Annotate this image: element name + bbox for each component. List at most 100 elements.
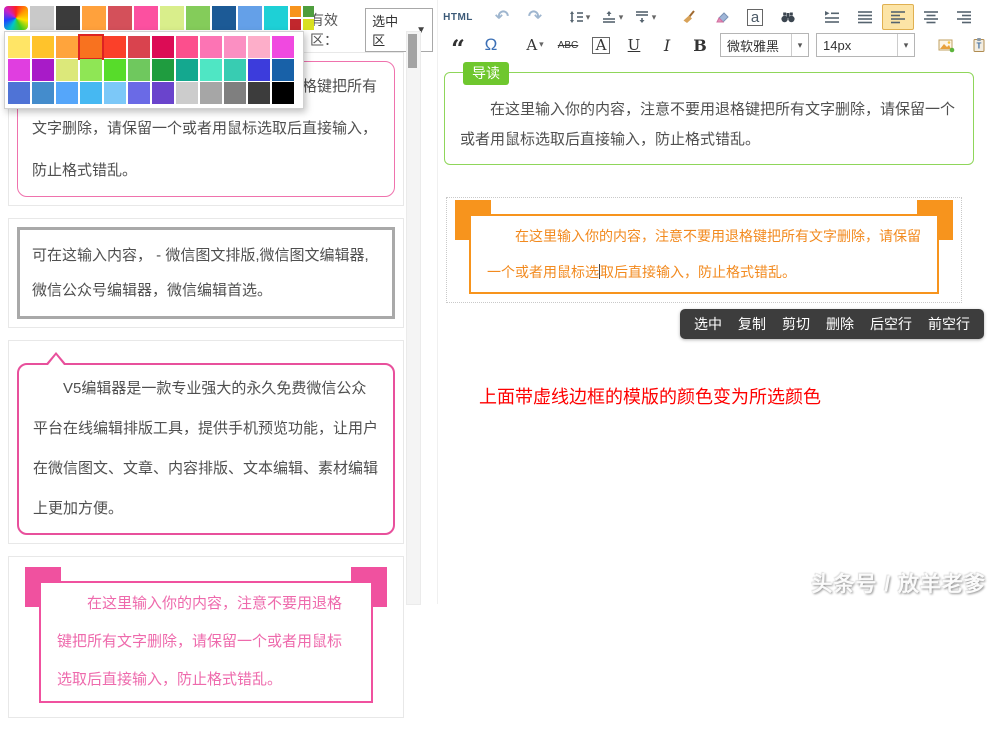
palette-swatch[interactable] (32, 36, 54, 58)
orange-ribbon-template[interactable]: 在这里输入你的内容，注意不要用退格键把所有文字删除，请保留一个或者用鼠标选取后直… (447, 198, 961, 300)
left-scrollbar-thumb[interactable] (408, 34, 417, 68)
palette-swatch[interactable] (32, 82, 54, 104)
font-family-select[interactable]: 微软雅黑 ▾ (720, 33, 809, 57)
palette-swatch[interactable] (128, 82, 150, 104)
intro-template[interactable]: 导读 在这里输入你的内容，注意不要用退格键把所有文字删除，请保留一个或者用鼠标选… (444, 72, 974, 165)
align-right-button[interactable] (948, 4, 980, 30)
selected-template-region[interactable]: 在这里输入你的内容，注意不要用退格键把所有文字删除，请保留一个或者用鼠标选取后直… (446, 197, 962, 303)
context-menu-item[interactable]: 删除 (826, 314, 854, 334)
colorbar-swatch[interactable] (238, 6, 262, 30)
special-char-button[interactable]: Ω (475, 32, 507, 58)
html-source-button[interactable]: HTML (442, 4, 474, 30)
palette-swatch[interactable] (8, 36, 30, 58)
space-before-button[interactable]: ▾ (596, 4, 628, 30)
color-grid-icon[interactable] (290, 6, 314, 30)
rainbow-wheel-icon[interactable] (4, 6, 28, 30)
align-center-button[interactable] (915, 4, 947, 30)
color-toolbar (4, 6, 314, 30)
palette-swatch[interactable] (8, 59, 30, 81)
palette-swatch[interactable] (200, 36, 222, 58)
palette-swatch[interactable] (56, 36, 78, 58)
underline-button[interactable]: U (618, 32, 650, 58)
redo-button[interactable]: ↷ (519, 4, 551, 30)
colorbar-swatch[interactable] (56, 6, 80, 30)
colorbar-swatch[interactable] (212, 6, 236, 30)
editing-canvas[interactable]: 导读 在这里输入你的内容，注意不要用退格键把所有文字删除，请保留一个或者用鼠标选… (438, 59, 995, 604)
palette-swatch[interactable] (80, 59, 102, 81)
auto-format-button[interactable]: a (739, 4, 771, 30)
justify-button[interactable] (849, 4, 881, 30)
space-after-button[interactable]: ▾ (629, 4, 661, 30)
font-color-button[interactable]: A ▾ (519, 32, 551, 58)
context-menu-item[interactable]: 剪切 (782, 314, 810, 334)
palette-swatch[interactable] (248, 36, 270, 58)
eraser-icon (714, 9, 730, 25)
eraser-button[interactable] (706, 4, 738, 30)
template-card-pink-ribbon[interactable]: 在这里输入你的内容，注意不要用退格键把所有文字删除，请保留一个或者用鼠标选取后直… (8, 556, 404, 718)
palette-swatch[interactable] (152, 59, 174, 81)
colorbar-swatch[interactable] (108, 6, 132, 30)
ribbon-box[interactable]: 在这里输入你的内容，注意不要用退格键把所有文字删除，请保留一个或者用鼠标选取后直… (469, 214, 939, 294)
palette-swatch[interactable] (272, 82, 294, 104)
palette-swatch[interactable] (56, 59, 78, 81)
ribbon-box: 在这里输入你的内容，注意不要用退格键把所有文字删除，请保留一个或者用鼠标选取后直… (39, 581, 373, 703)
palette-swatch[interactable] (224, 82, 246, 104)
colorbar-swatch[interactable] (134, 6, 158, 30)
palette-swatch[interactable] (272, 59, 294, 81)
colorbar-swatch[interactable] (186, 6, 210, 30)
palette-swatch[interactable] (8, 82, 30, 104)
palette-swatch[interactable] (128, 36, 150, 58)
palette-swatch[interactable] (224, 36, 246, 58)
palette-swatch[interactable] (176, 59, 198, 81)
palette-swatch[interactable] (56, 82, 78, 104)
palette-swatch[interactable] (248, 59, 270, 81)
line-height-button[interactable]: ▾ (563, 4, 595, 30)
template-card-gray-box[interactable]: 可在这输入内容， - 微信图文排版,微信图文编辑器,微信公众号编辑器，微信编辑首… (8, 218, 404, 328)
first-line-indent-button[interactable] (816, 4, 848, 30)
palette-swatch[interactable] (128, 59, 150, 81)
bold-button[interactable]: B (684, 32, 716, 58)
paste-text-icon: T (971, 37, 987, 53)
background-color-button[interactable]: A (585, 32, 617, 58)
palette-swatch[interactable] (32, 59, 54, 81)
left-scrollbar[interactable] (406, 31, 421, 605)
intro-text[interactable]: 在这里输入你的内容，注意不要用退格键把所有文字删除，请保留一个或者用鼠标选取后直… (445, 73, 973, 155)
context-menu-item[interactable]: 前空行 (928, 314, 970, 334)
format-brush-button[interactable] (673, 4, 705, 30)
palette-swatch[interactable] (104, 59, 126, 81)
colorbar-swatch[interactable] (82, 6, 106, 30)
colorbar-swatch[interactable] (264, 6, 288, 30)
palette-swatch-selected[interactable] (80, 36, 102, 58)
context-menu-item[interactable]: 选中 (694, 314, 722, 334)
palette-swatch[interactable] (176, 36, 198, 58)
align-left-button[interactable] (882, 4, 914, 30)
palette-swatch[interactable] (200, 82, 222, 104)
font-size-select[interactable]: 14px ▾ (816, 33, 915, 57)
palette-swatch[interactable] (152, 82, 174, 104)
palette-swatch[interactable] (200, 59, 222, 81)
region-select[interactable]: 选中区 ▼ (365, 8, 433, 52)
italic-button[interactable]: I (651, 32, 683, 58)
insert-image-button[interactable] (930, 32, 962, 58)
colorbar-swatch[interactable] (160, 6, 184, 30)
palette-swatch[interactable] (248, 82, 270, 104)
palette-swatch[interactable] (176, 82, 198, 104)
colorbar-swatch[interactable] (30, 6, 54, 30)
auto-format-label: a (747, 9, 763, 26)
context-menu-item[interactable]: 后空行 (870, 314, 912, 334)
palette-swatch[interactable] (80, 82, 102, 104)
undo-button[interactable]: ↶ (486, 4, 518, 30)
paste-text-button[interactable]: T (963, 32, 995, 58)
palette-swatch[interactable] (104, 82, 126, 104)
blockquote-button[interactable]: “ (442, 28, 474, 62)
chevron-down-icon: ▾ (791, 34, 808, 56)
palette-swatch[interactable] (224, 59, 246, 81)
palette-swatch[interactable] (152, 36, 174, 58)
palette-swatch[interactable] (272, 36, 294, 58)
template-card-pink-bubble[interactable]: V5编辑器是一款专业强大的永久免费微信公众平台在线编辑排版工具，提供手机预览功能… (8, 340, 404, 544)
strikethrough-button[interactable]: ABC (552, 32, 584, 58)
context-menu-item[interactable]: 复制 (738, 314, 766, 334)
orange-template-text[interactable]: 在这里输入你的内容，注意不要用退格键把所有文字删除，请保留一个或者用鼠标选取后直… (487, 218, 921, 290)
find-replace-button[interactable] (772, 4, 804, 30)
palette-swatch[interactable] (104, 36, 126, 58)
